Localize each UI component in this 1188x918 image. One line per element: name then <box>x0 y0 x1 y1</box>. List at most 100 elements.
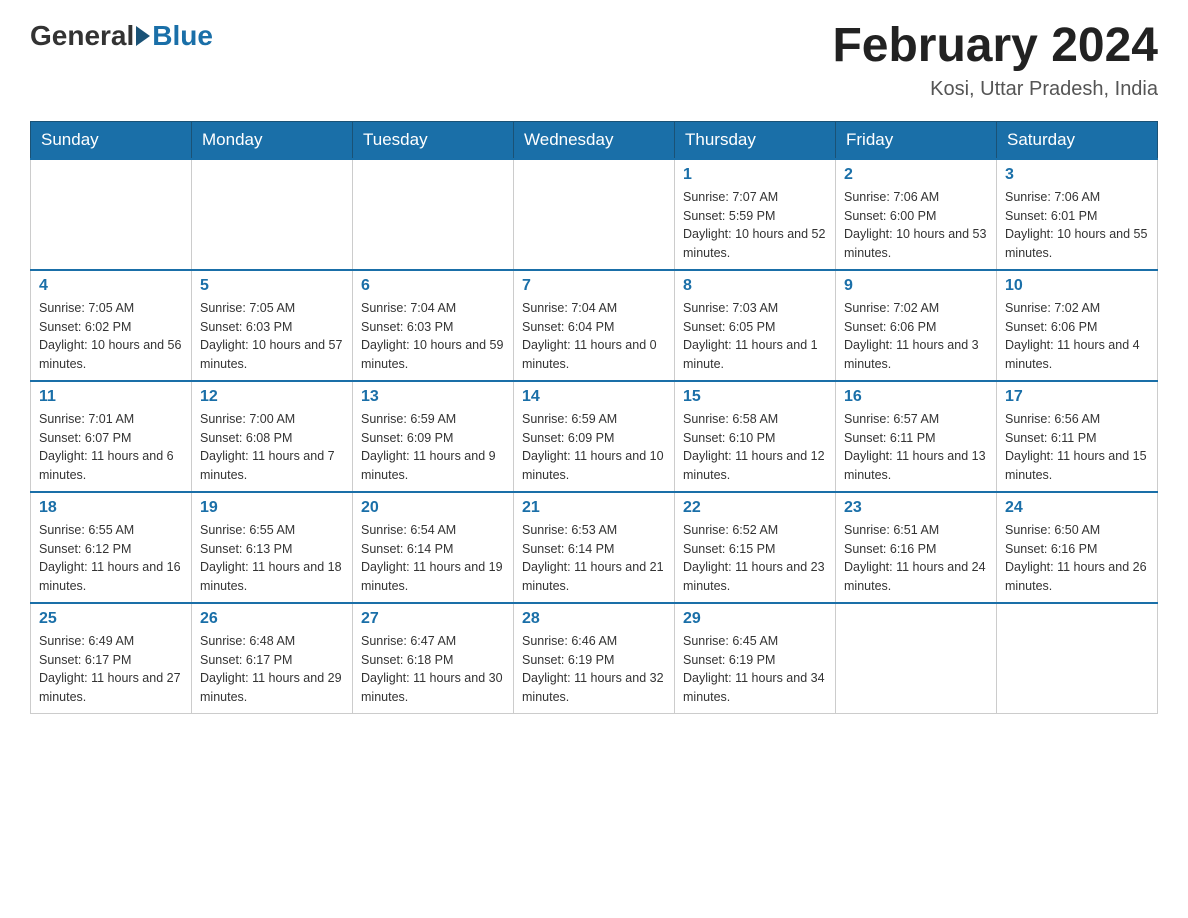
day-number: 4 <box>39 277 183 295</box>
day-info: Sunrise: 7:01 AM Sunset: 6:07 PM Dayligh… <box>39 410 183 485</box>
day-info: Sunrise: 7:02 AM Sunset: 6:06 PM Dayligh… <box>844 299 988 374</box>
day-info: Sunrise: 6:59 AM Sunset: 6:09 PM Dayligh… <box>522 410 666 485</box>
day-info: Sunrise: 6:55 AM Sunset: 6:12 PM Dayligh… <box>39 521 183 596</box>
day-number: 5 <box>200 277 344 295</box>
empty-cell <box>353 159 514 270</box>
calendar-day-cell: 12 Sunrise: 7:00 AM Sunset: 6:08 PM Dayli… <box>192 381 353 492</box>
day-info: Sunrise: 7:05 AM Sunset: 6:02 PM Dayligh… <box>39 299 183 374</box>
calendar-week-row: 4 Sunrise: 7:05 AM Sunset: 6:02 PM Daylig… <box>31 270 1158 381</box>
calendar-day-cell: 14 Sunrise: 6:59 AM Sunset: 6:09 PM Dayli… <box>514 381 675 492</box>
day-number: 24 <box>1005 499 1149 517</box>
day-info: Sunrise: 6:58 AM Sunset: 6:10 PM Dayligh… <box>683 410 827 485</box>
day-number: 12 <box>200 388 344 406</box>
day-number: 13 <box>361 388 505 406</box>
calendar-day-cell: 22 Sunrise: 6:52 AM Sunset: 6:15 PM Dayli… <box>675 492 836 603</box>
calendar-day-cell: 7 Sunrise: 7:04 AM Sunset: 6:04 PM Daylig… <box>514 270 675 381</box>
empty-cell <box>836 603 997 714</box>
day-number: 3 <box>1005 166 1149 184</box>
column-header-tuesday: Tuesday <box>353 121 514 159</box>
day-info: Sunrise: 7:00 AM Sunset: 6:08 PM Dayligh… <box>200 410 344 485</box>
calendar-week-row: 25 Sunrise: 6:49 AM Sunset: 6:17 PM Dayli… <box>31 603 1158 714</box>
calendar-day-cell: 26 Sunrise: 6:48 AM Sunset: 6:17 PM Dayli… <box>192 603 353 714</box>
calendar-header-row: SundayMondayTuesdayWednesdayThursdayFrid… <box>31 121 1158 159</box>
column-header-wednesday: Wednesday <box>514 121 675 159</box>
calendar-day-cell: 3 Sunrise: 7:06 AM Sunset: 6:01 PM Daylig… <box>997 159 1158 270</box>
calendar-day-cell: 11Sunrise: 7:01 AM Sunset: 6:07 PM Dayli… <box>31 381 192 492</box>
calendar-day-cell: 2 Sunrise: 7:06 AM Sunset: 6:00 PM Daylig… <box>836 159 997 270</box>
calendar-week-row: 1Sunrise: 7:07 AM Sunset: 5:59 PM Daylig… <box>31 159 1158 270</box>
title-area: February 2024 Kosi, Uttar Pradesh, India <box>832 20 1158 101</box>
calendar-day-cell: 17 Sunrise: 6:56 AM Sunset: 6:11 PM Dayli… <box>997 381 1158 492</box>
empty-cell <box>192 159 353 270</box>
column-header-friday: Friday <box>836 121 997 159</box>
day-number: 20 <box>361 499 505 517</box>
day-info: Sunrise: 6:45 AM Sunset: 6:19 PM Dayligh… <box>683 632 827 707</box>
day-info: Sunrise: 6:53 AM Sunset: 6:14 PM Dayligh… <box>522 521 666 596</box>
calendar-day-cell: 25 Sunrise: 6:49 AM Sunset: 6:17 PM Dayli… <box>31 603 192 714</box>
day-number: 16 <box>844 388 988 406</box>
location: Kosi, Uttar Pradesh, India <box>832 78 1158 101</box>
day-info: Sunrise: 7:04 AM Sunset: 6:04 PM Dayligh… <box>522 299 666 374</box>
day-number: 26 <box>200 610 344 628</box>
day-number: 7 <box>522 277 666 295</box>
day-info: Sunrise: 6:52 AM Sunset: 6:15 PM Dayligh… <box>683 521 827 596</box>
calendar-day-cell: 18 Sunrise: 6:55 AM Sunset: 6:12 PM Dayli… <box>31 492 192 603</box>
day-info: Sunrise: 7:03 AM Sunset: 6:05 PM Dayligh… <box>683 299 827 374</box>
day-number: 21 <box>522 499 666 517</box>
day-info: Sunrise: 7:05 AM Sunset: 6:03 PM Dayligh… <box>200 299 344 374</box>
column-header-saturday: Saturday <box>997 121 1158 159</box>
logo-general-text: General <box>30 20 134 52</box>
page-header: General Blue February 2024 Kosi, Uttar P… <box>30 20 1158 101</box>
calendar-day-cell: 4 Sunrise: 7:05 AM Sunset: 6:02 PM Daylig… <box>31 270 192 381</box>
calendar-day-cell: 19Sunrise: 6:55 AM Sunset: 6:13 PM Dayli… <box>192 492 353 603</box>
calendar-day-cell: 21 Sunrise: 6:53 AM Sunset: 6:14 PM Dayli… <box>514 492 675 603</box>
day-number: 22 <box>683 499 827 517</box>
calendar-day-cell: 24 Sunrise: 6:50 AM Sunset: 6:16 PM Dayli… <box>997 492 1158 603</box>
logo-arrow-icon <box>136 26 150 46</box>
day-info: Sunrise: 6:51 AM Sunset: 6:16 PM Dayligh… <box>844 521 988 596</box>
empty-cell <box>514 159 675 270</box>
calendar-day-cell: 6Sunrise: 7:04 AM Sunset: 6:03 PM Daylig… <box>353 270 514 381</box>
day-info: Sunrise: 6:56 AM Sunset: 6:11 PM Dayligh… <box>1005 410 1149 485</box>
day-info: Sunrise: 6:49 AM Sunset: 6:17 PM Dayligh… <box>39 632 183 707</box>
day-info: Sunrise: 6:57 AM Sunset: 6:11 PM Dayligh… <box>844 410 988 485</box>
day-info: Sunrise: 6:46 AM Sunset: 6:19 PM Dayligh… <box>522 632 666 707</box>
day-number: 17 <box>1005 388 1149 406</box>
calendar-day-cell: 20Sunrise: 6:54 AM Sunset: 6:14 PM Dayli… <box>353 492 514 603</box>
calendar-day-cell: 10Sunrise: 7:02 AM Sunset: 6:06 PM Dayli… <box>997 270 1158 381</box>
calendar-day-cell: 8 Sunrise: 7:03 AM Sunset: 6:05 PM Daylig… <box>675 270 836 381</box>
day-number: 8 <box>683 277 827 295</box>
day-info: Sunrise: 6:48 AM Sunset: 6:17 PM Dayligh… <box>200 632 344 707</box>
day-info: Sunrise: 6:47 AM Sunset: 6:18 PM Dayligh… <box>361 632 505 707</box>
day-number: 2 <box>844 166 988 184</box>
empty-cell <box>997 603 1158 714</box>
calendar-day-cell: 28 Sunrise: 6:46 AM Sunset: 6:19 PM Dayli… <box>514 603 675 714</box>
calendar-day-cell: 23 Sunrise: 6:51 AM Sunset: 6:16 PM Dayli… <box>836 492 997 603</box>
day-number: 28 <box>522 610 666 628</box>
column-header-sunday: Sunday <box>31 121 192 159</box>
day-number: 18 <box>39 499 183 517</box>
day-number: 23 <box>844 499 988 517</box>
calendar-week-row: 18 Sunrise: 6:55 AM Sunset: 6:12 PM Dayli… <box>31 492 1158 603</box>
calendar-day-cell: 1Sunrise: 7:07 AM Sunset: 5:59 PM Daylig… <box>675 159 836 270</box>
calendar-day-cell: 16 Sunrise: 6:57 AM Sunset: 6:11 PM Dayli… <box>836 381 997 492</box>
logo: General Blue <box>30 20 213 52</box>
day-number: 14 <box>522 388 666 406</box>
day-number: 25 <box>39 610 183 628</box>
day-info: Sunrise: 7:06 AM Sunset: 6:00 PM Dayligh… <box>844 188 988 263</box>
calendar-week-row: 11Sunrise: 7:01 AM Sunset: 6:07 PM Dayli… <box>31 381 1158 492</box>
calendar-day-cell: 13Sunrise: 6:59 AM Sunset: 6:09 PM Dayli… <box>353 381 514 492</box>
day-info: Sunrise: 7:02 AM Sunset: 6:06 PM Dayligh… <box>1005 299 1149 374</box>
calendar-table: SundayMondayTuesdayWednesdayThursdayFrid… <box>30 121 1158 714</box>
calendar-day-cell: 5 Sunrise: 7:05 AM Sunset: 6:03 PM Daylig… <box>192 270 353 381</box>
day-info: Sunrise: 7:07 AM Sunset: 5:59 PM Dayligh… <box>683 188 827 263</box>
calendar-day-cell: 29Sunrise: 6:45 AM Sunset: 6:19 PM Dayli… <box>675 603 836 714</box>
column-header-monday: Monday <box>192 121 353 159</box>
day-number: 15 <box>683 388 827 406</box>
day-info: Sunrise: 6:55 AM Sunset: 6:13 PM Dayligh… <box>200 521 344 596</box>
column-header-thursday: Thursday <box>675 121 836 159</box>
day-info: Sunrise: 7:06 AM Sunset: 6:01 PM Dayligh… <box>1005 188 1149 263</box>
month-title: February 2024 <box>832 20 1158 73</box>
day-info: Sunrise: 7:04 AM Sunset: 6:03 PM Dayligh… <box>361 299 505 374</box>
day-info: Sunrise: 6:50 AM Sunset: 6:16 PM Dayligh… <box>1005 521 1149 596</box>
